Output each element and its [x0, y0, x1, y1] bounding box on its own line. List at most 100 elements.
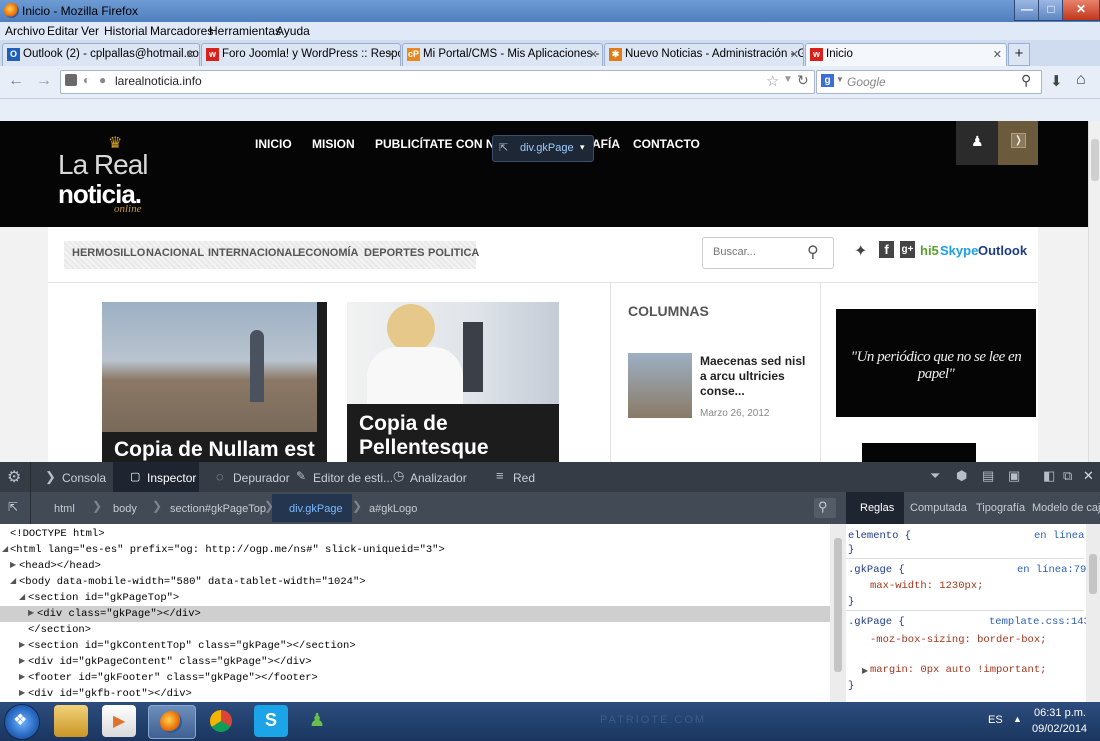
ad-banner[interactable]: "Un periódico que no se lee en papel": [836, 309, 1036, 417]
subnav-deportes[interactable]: DEPORTES: [364, 247, 425, 259]
language-indicator[interactable]: ES: [988, 714, 1003, 726]
tab-console[interactable]: Consola: [62, 471, 106, 485]
back-button[interactable]: ←: [8, 72, 24, 90]
show-hidden-icons-icon[interactable]: ▲: [1013, 714, 1022, 724]
rss-button[interactable]: ❭: [998, 121, 1038, 165]
login-button[interactable]: ♟: [956, 121, 998, 165]
scrollbar-thumb[interactable]: [1089, 554, 1097, 594]
tab-analizador[interactable]: Analizador: [410, 471, 467, 485]
search-icon[interactable]: ⚲: [1021, 72, 1031, 89]
ad-banner-2[interactable]: [862, 443, 976, 462]
column-thumbnail[interactable]: [628, 353, 692, 418]
tab-close-icon[interactable]: ✕: [993, 48, 1002, 61]
search-html-button[interactable]: ⚲: [814, 498, 836, 518]
breadcrumb-body[interactable]: body: [113, 500, 137, 518]
subnav-internacional[interactable]: INTERNACIONAL: [208, 247, 299, 259]
tab-reglas-active[interactable]: Reglas: [846, 492, 904, 524]
menu-historial[interactable]: Historial: [104, 24, 147, 38]
tab-tipografia[interactable]: Tipografía: [976, 502, 1025, 514]
url-bar[interactable]: ◐ ● larealnoticia.info ☆ ▼ ↻: [60, 70, 815, 94]
close-window-button[interactable]: ✕: [1062, 0, 1100, 21]
tab-close-icon[interactable]: ✕: [387, 48, 396, 61]
messenger-taskbar-icon[interactable]: ♟: [303, 705, 337, 737]
breadcrumb-a-gklogo[interactable]: a#gkLogo: [369, 500, 417, 518]
menu-editar[interactable]: Editar: [47, 24, 78, 38]
markup-line[interactable]: </section>: [28, 622, 91, 638]
news-card[interactable]: Copia de Pellentesque: [347, 302, 559, 462]
responsive-icon[interactable]: ⏷: [930, 468, 940, 484]
scrollbar-thumb[interactable]: [834, 538, 842, 672]
menu-herramientas[interactable]: Herramientas: [209, 24, 281, 38]
subnav-economia[interactable]: ECONOMÍA: [298, 247, 359, 259]
markup-line[interactable]: <footer id="gkFooter" class="gkPage"></f…: [28, 670, 318, 686]
start-button[interactable]: ❖: [4, 704, 40, 740]
rule-declaration[interactable]: max-width: 1230px;: [870, 580, 983, 592]
markup-scrollbar[interactable]: [830, 524, 846, 702]
menu-marcadores[interactable]: Marcadores: [150, 24, 213, 38]
breadcrumb-div-gkpage[interactable]: div.gkPage: [289, 500, 343, 518]
tab-foro-joomla[interactable]: w Foro Joomla! y WordPress :: Respond...…: [201, 43, 401, 66]
search-icon[interactable]: ⚲: [807, 242, 819, 262]
dock-side-icon[interactable]: ◧: [1043, 468, 1055, 484]
reload-icon[interactable]: ↻: [797, 72, 809, 89]
expand-arrow-icon[interactable]: ◢: [19, 592, 25, 602]
column-item-title[interactable]: Maecenas sed nisl a arcu ultricies conse…: [700, 354, 810, 399]
markup-line[interactable]: <div id="gkPageContent" class="gkPage"><…: [28, 654, 312, 670]
markup-line[interactable]: <head></head>: [19, 558, 101, 574]
news-card[interactable]: Copia de Nullam est: [102, 302, 327, 462]
dropdown-icon[interactable]: ▼: [783, 74, 793, 85]
subnav-politica[interactable]: POLITICA: [428, 247, 479, 259]
rules-scrollbar[interactable]: [1086, 524, 1100, 702]
tab-inicio[interactable]: w Inicio ✕: [805, 43, 1007, 66]
screenshot-icon[interactable]: ▣: [1008, 468, 1020, 484]
rule-declaration[interactable]: -moz-box-sizing: border-box;: [870, 632, 1070, 648]
skype-taskbar-icon[interactable]: S: [254, 705, 288, 737]
skype-link[interactable]: Skype: [940, 243, 978, 258]
subnav-nacional[interactable]: NACIONAL: [146, 247, 204, 259]
tab-computada[interactable]: Computada: [910, 502, 967, 514]
nav-contacto[interactable]: CONTACTO: [633, 137, 700, 151]
collapse-arrow-icon[interactable]: ▶: [10, 560, 16, 570]
search-bar[interactable]: g ▼ Google ⚲: [816, 70, 1042, 94]
site-search-input[interactable]: Buscar... ⚲: [702, 237, 834, 269]
tab-inspector-active[interactable]: ▢ Inspector: [113, 462, 199, 492]
gear-icon[interactable]: ⚙: [7, 467, 21, 487]
minimize-button[interactable]: —: [1014, 0, 1040, 21]
rule-selector[interactable]: elemento {: [848, 530, 911, 542]
clock-date[interactable]: 09/02/2014: [1032, 723, 1087, 735]
forward-button[interactable]: →: [36, 72, 52, 90]
maximize-button[interactable]: □: [1038, 0, 1064, 21]
nav-mision[interactable]: MISION: [312, 137, 355, 151]
media-player-taskbar-icon[interactable]: ▶: [102, 705, 136, 737]
scratchpad-icon[interactable]: ▤: [982, 468, 994, 484]
tab-mi-portal[interactable]: cP Mi Portal/CMS - Mis Aplicaciones - P.…: [402, 43, 603, 66]
home-button[interactable]: ⌂: [1076, 71, 1086, 89]
rule-declaration[interactable]: margin: 0px auto !important;: [870, 664, 1046, 676]
tab-red[interactable]: Red: [513, 471, 535, 485]
collapse-arrow-icon[interactable]: ▶: [19, 656, 25, 666]
nav-inicio[interactable]: INICIO: [255, 137, 292, 151]
firefox-taskbar-icon-active[interactable]: [148, 705, 196, 739]
3d-view-icon[interactable]: ⬢: [956, 468, 967, 484]
rule-source-link[interactable]: template.css:143: [989, 616, 1090, 628]
bookmark-star-icon[interactable]: ☆: [766, 72, 779, 90]
expand-arrow-icon[interactable]: ◢: [10, 576, 16, 586]
rule-selector[interactable]: .gkPage {: [848, 616, 905, 628]
facebook-icon[interactable]: f: [879, 241, 894, 258]
page-scrollbar[interactable]: [1088, 121, 1100, 462]
pick-element-icon[interactable]: ⇱: [8, 500, 18, 514]
menu-ver[interactable]: Ver: [81, 24, 99, 38]
tab-close-icon[interactable]: ✕: [186, 48, 195, 61]
tab-nuevo-noticias[interactable]: ✱ Nuevo Noticias - Administración - Ge..…: [604, 43, 804, 66]
rule-source-link[interactable]: en línea:79: [1017, 564, 1086, 576]
download-button[interactable]: ⬇: [1050, 72, 1063, 90]
markup-line[interactable]: <section id="gkContentTop" class="gkPage…: [28, 638, 356, 654]
site-logo[interactable]: ♛ La Real noticia. online: [56, 135, 160, 221]
expand-arrow-icon[interactable]: ▶: [862, 666, 868, 676]
menu-archivo[interactable]: Archivo: [5, 24, 45, 38]
google-plus-icon[interactable]: g+: [900, 241, 915, 258]
markup-line[interactable]: <section id="gkPageTop">: [28, 590, 179, 606]
explorer-taskbar-icon[interactable]: [54, 705, 88, 737]
subnav-hermosillo[interactable]: HERMOSILLO: [72, 247, 145, 259]
tab-close-icon[interactable]: ✕: [589, 48, 598, 61]
